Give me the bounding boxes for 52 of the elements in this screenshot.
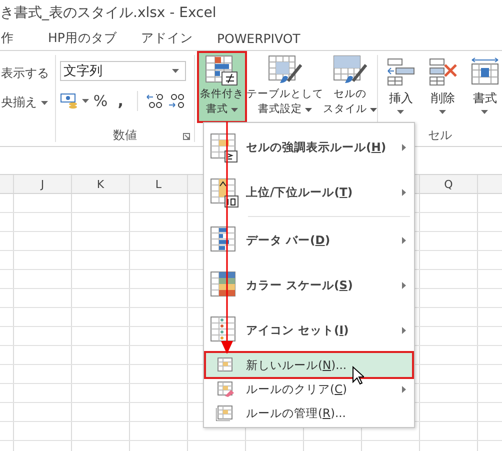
menu-item[interactable]: 上位/下位ルール(T) — [206, 170, 412, 215]
caret-icon — [439, 110, 446, 114]
menu-item[interactable]: ルールの管理(R)... — [206, 401, 412, 425]
column-header[interactable]: K — [96, 178, 104, 190]
cell-command-button[interactable]: 書式 — [468, 57, 502, 114]
caret-icon — [172, 69, 179, 73]
menu-item[interactable]: セルの強調表示ルール(H) — [206, 125, 412, 170]
caret-icon — [397, 110, 404, 114]
conditional-format-icon — [205, 55, 240, 87]
cell-command-button[interactable]: 挿入 — [384, 57, 418, 114]
window-title: き書式_表のスタイル.xlsx - Excel — [0, 4, 216, 22]
insert-cells-icon — [386, 57, 416, 87]
column-header[interactable]: J — [40, 178, 44, 190]
style-command-button[interactable]: セルの スタイル — [323, 51, 378, 123]
rule-icon — [216, 357, 234, 373]
cell-command-button[interactable]: 削除 — [426, 57, 460, 114]
rule-icon — [210, 178, 240, 208]
style-command-button[interactable]: 条件付き 書式 — [197, 51, 248, 123]
caret-icon — [481, 110, 488, 114]
menu-item[interactable]: データ バー(D) — [206, 218, 412, 263]
caret-icon — [370, 108, 378, 112]
ribbon-command[interactable]: 央揃え — [1, 94, 37, 111]
mouse-cursor-icon — [352, 366, 364, 385]
column-header[interactable]: Q — [444, 178, 453, 190]
group-label: セル — [428, 127, 452, 144]
rule-icon — [216, 405, 234, 421]
increase-decimal-icon[interactable] — [146, 93, 164, 109]
comma-button[interactable]: , — [112, 92, 129, 110]
caret-icon — [41, 100, 48, 104]
delete-cells-icon — [428, 57, 458, 87]
percent-button[interactable]: % — [92, 92, 109, 110]
menu-item[interactable]: カラー スケール(S) — [206, 263, 412, 308]
style-command-button[interactable]: テーブルとして 書式設定 — [249, 51, 322, 123]
ribbon-tab[interactable]: HP用のタブ — [48, 30, 117, 46]
caret-icon — [305, 108, 312, 112]
menu-item[interactable]: 新しいルール(N)... — [206, 353, 412, 377]
currency-icon[interactable] — [60, 93, 78, 109]
number-format-dropdown[interactable]: 文字列 — [60, 61, 186, 81]
menu-item[interactable]: ルールのクリア(C) — [206, 377, 412, 401]
ribbon-tab[interactable]: アドイン — [140, 30, 193, 46]
menu-item[interactable]: アイコン セット(I) — [206, 308, 412, 353]
dialog-launcher-icon[interactable] — [183, 133, 190, 140]
group-label: 数値 — [112, 127, 137, 144]
ribbon-tab[interactable]: 作 — [1, 30, 14, 46]
ribbon-tab[interactable]: POWERPIVOT — [216, 30, 300, 46]
caret-icon — [82, 99, 89, 103]
caret-icon — [231, 108, 238, 112]
rule-icon — [210, 132, 240, 162]
column-header[interactable]: L — [155, 178, 162, 190]
decrease-decimal-icon[interactable] — [168, 93, 186, 109]
rule-icon — [216, 381, 234, 397]
ribbon-command[interactable]: 表示する — [1, 65, 49, 82]
